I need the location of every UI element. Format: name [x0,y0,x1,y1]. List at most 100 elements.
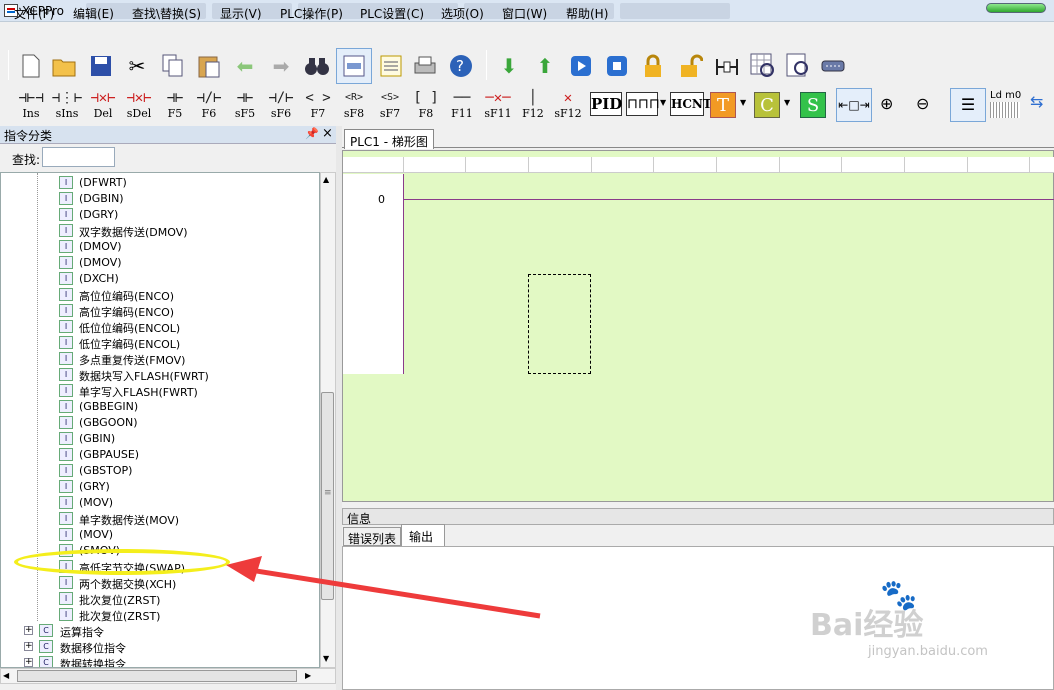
monitor-icon[interactable] [712,50,742,82]
copy-icon[interactable] [158,50,188,82]
help-icon[interactable]: ? [446,50,476,82]
dropdown-arrow-icon[interactable]: ▼ [660,98,666,107]
upload-arrow-icon[interactable]: ⬆ [530,50,560,82]
reset-coil-button[interactable]: <R> sF8 [336,88,372,124]
parallel-closed-contact-button[interactable]: ⊣/⊢ sF6 [264,88,298,124]
dropdown-arrow-icon[interactable]: ▼ [740,98,746,107]
tree-item[interactable]: I (DGBIN) [1,191,319,207]
hcnt-button[interactable]: HCNT [670,92,712,116]
expand-icon[interactable]: + [24,658,33,667]
menu-file[interactable]: 文件(F) [14,5,54,22]
binoculars-icon[interactable] [302,50,332,82]
lock-icon[interactable] [638,50,668,82]
edit-cursor-box[interactable] [528,274,591,374]
paste-icon[interactable] [194,50,224,82]
zoom-in-icon[interactable]: ⊕ [880,94,893,113]
tree-item[interactable]: I (DXCH) [1,271,319,287]
tree-item[interactable]: I (DGRY) [1,207,319,223]
tree-item[interactable]: I 多点重复传送(FMOV) [1,351,319,367]
open-folder-icon[interactable] [50,50,80,82]
scroll-right-icon[interactable]: ▶ [305,671,311,680]
tree-item[interactable]: I (GRY) [1,479,319,495]
menu-edit[interactable]: 编辑(E) [73,5,114,22]
menu-help[interactable]: 帮助(H) [566,5,608,22]
instruction-list-icon[interactable] [376,50,406,82]
scroll-down-icon[interactable]: ▼ [323,654,329,663]
menu-window[interactable]: 窗口(W) [502,5,547,22]
scroll-left-icon[interactable]: ◀ [3,671,9,680]
tree-group[interactable]: + C 运算指令 [1,623,319,639]
tree-item[interactable]: I 数据块写入FLASH(FWRT) [1,367,319,383]
delete-vertical-line-button[interactable]: ✕ sF12 [550,88,586,124]
scrollbar-thumb[interactable] [17,670,297,682]
tree-item[interactable]: I 批次复位(ZRST) [1,607,319,623]
tree-item[interactable]: I 批次复位(ZRST) [1,591,319,607]
tree-item[interactable]: I (DMOV) [1,255,319,271]
forward-arrow-icon[interactable]: ➡ [266,50,296,82]
output-coil-button[interactable]: < > F7 [300,88,336,124]
menu-find-replace[interactable]: 查找\替换(S) [132,5,201,22]
tree-item[interactable]: I (GBPAUSE) [1,447,319,463]
save-icon[interactable] [86,50,116,82]
tree-item[interactable]: I 低位字编码(ENCOL) [1,335,319,351]
tree-item[interactable]: I (GBGOON) [1,415,319,431]
run-icon[interactable] [566,50,596,82]
tree-item[interactable]: I 单字数据传送(MOV) [1,511,319,527]
expand-icon[interactable]: + [24,642,33,651]
tab-plc1-ladder[interactable]: PLC1 - 梯形图 [344,129,434,149]
tree-item[interactable]: I 低位位编码(ENCOL) [1,319,319,335]
instruction-block-button[interactable]: [ ] F8 [408,88,444,124]
pin-icon[interactable]: 📌 [305,127,319,140]
parallel-open-contact-button[interactable]: ⊣⊢ sF5 [228,88,262,124]
tree-item[interactable]: I 高位字编码(ENCO) [1,303,319,319]
print-icon[interactable] [410,50,440,82]
tree-group[interactable]: + C 数据转换指令 [1,655,319,667]
pulse-output-icon[interactable]: ⊓⊓⊓ [626,92,660,116]
tree-item[interactable]: I (DFWRT) [1,175,319,191]
horizontal-line-button[interactable]: ── F11 [444,88,480,124]
tree-item[interactable]: I (DMOV) [1,239,319,255]
comment-view-icon[interactable]: ☰ [950,88,986,122]
scroll-up-icon[interactable]: ▲ [323,175,329,184]
delete-row-button[interactable]: ⊣✕⊢ Del [86,88,120,124]
search-doc-icon[interactable] [784,50,814,82]
counter-button[interactable]: C [754,92,780,118]
menu-plc-settings[interactable]: PLC设置(C) [360,5,424,22]
menu-view[interactable]: 显示(V) [220,5,262,22]
tree-item[interactable]: I (GBSTOP) [1,463,319,479]
pid-button[interactable]: PID [590,92,622,116]
fit-width-icon[interactable]: ⇤□⇥ [836,88,872,122]
tab-output[interactable]: 输出 [401,524,445,546]
tab-error-list[interactable]: 错误列表 [343,527,401,546]
shift-insert-button[interactable]: ⊣⋮⊢ sIns [50,88,84,124]
timer-button[interactable]: T [710,92,736,118]
instruction-hint-icon[interactable] [990,102,1020,118]
tree-item[interactable]: I (MOV) [1,495,319,511]
unlock-icon[interactable] [676,50,706,82]
shift-delete-button[interactable]: ⊣✕⊢ sDel [122,88,156,124]
delete-horizontal-line-button[interactable]: ─✕─ sF11 [480,88,516,124]
ladder-view-icon[interactable] [336,48,372,84]
tree-item[interactable]: I 双字数据传送(DMOV) [1,223,319,239]
normally-closed-contact-button[interactable]: ⊣/⊢ F6 [192,88,226,124]
expand-icon[interactable]: + [24,626,33,635]
ladder-editor[interactable] [342,150,1054,502]
cut-icon[interactable]: ✂ [122,50,152,82]
tree-item[interactable]: I 高位位编码(ENCO) [1,287,319,303]
menu-options[interactable]: 选项(O) [441,5,484,22]
normally-open-contact-button[interactable]: ⊣⊢ F5 [158,88,192,124]
vertical-line-button[interactable]: │ F12 [516,88,550,124]
close-icon[interactable]: × [322,126,333,141]
insert-row-button[interactable]: ⊣⊢⊣ Ins [14,88,48,124]
tree-item[interactable]: I (GBBEGIN) [1,399,319,415]
tree-item[interactable]: I 两个数据交换(XCH) [1,575,319,591]
search-input[interactable] [42,147,115,167]
tree-item[interactable]: I (GBIN) [1,431,319,447]
tree-item[interactable]: I (MOV) [1,527,319,543]
new-file-icon[interactable] [16,50,46,82]
set-coil-button[interactable]: <S> sF7 [372,88,408,124]
menu-plc-operation[interactable]: PLC操作(P) [280,5,343,22]
convert-icon[interactable]: ⇆ [1030,92,1043,111]
step-button[interactable]: S [800,92,826,118]
dropdown-arrow-icon[interactable]: ▼ [784,98,790,107]
